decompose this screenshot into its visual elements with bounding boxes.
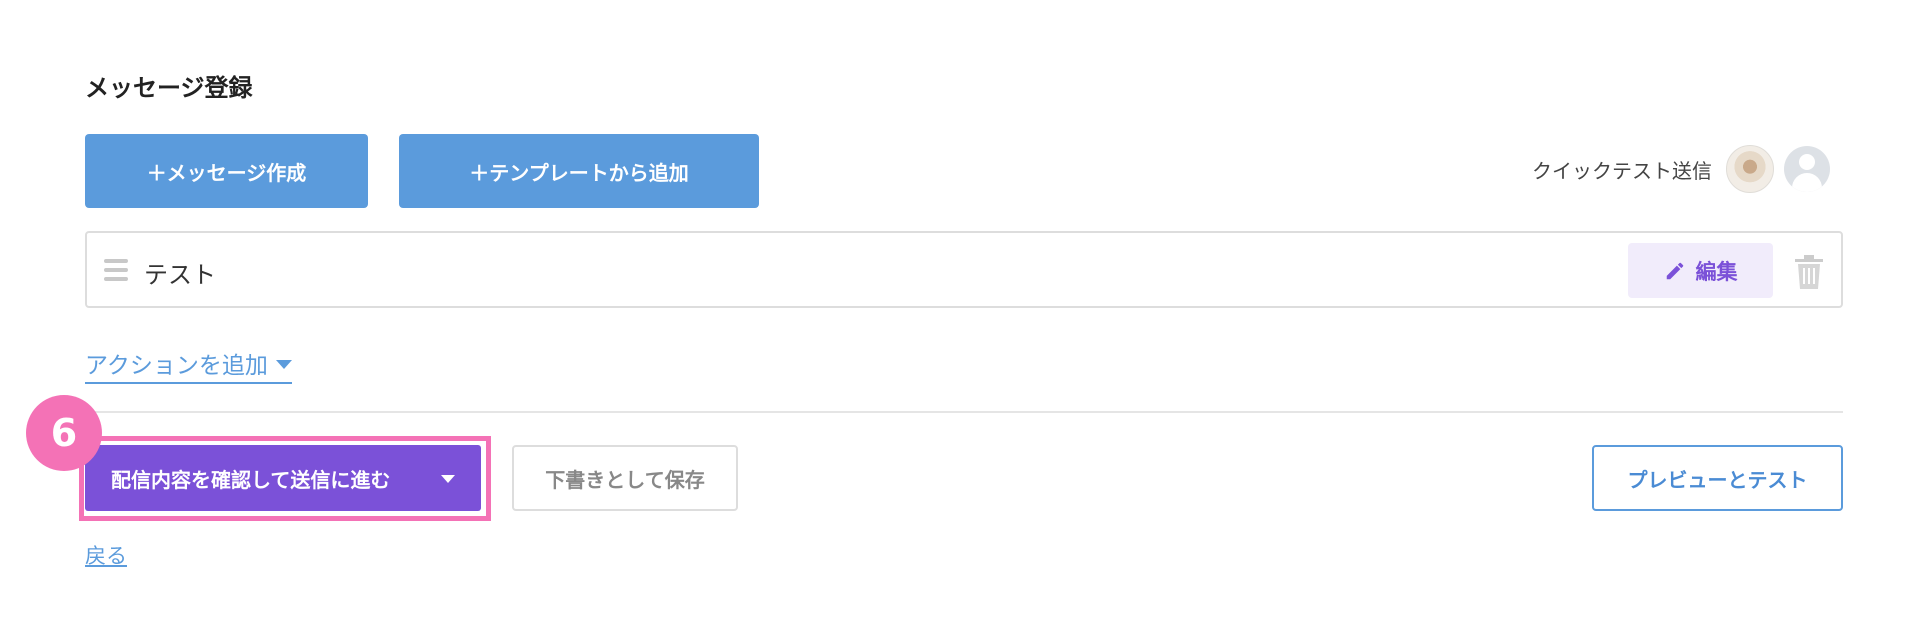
avatar-head-shape: [1799, 154, 1815, 170]
quick-test-user-avatar[interactable]: [1726, 145, 1774, 193]
drag-handle-icon[interactable]: [104, 259, 128, 281]
message-name: テスト: [144, 261, 216, 289]
quick-test-send: クイックテスト送信: [1532, 145, 1830, 193]
trash-icon[interactable]: [1795, 255, 1823, 289]
quick-test-label: クイックテスト送信: [1532, 158, 1712, 183]
quick-test-placeholder-avatar[interactable]: [1784, 146, 1830, 192]
back-link[interactable]: 戻る: [85, 540, 127, 570]
avatar-body-shape: [1792, 173, 1822, 192]
message-list-item: テスト 編集: [85, 231, 1843, 308]
caret-down-icon: [441, 475, 455, 483]
confirm-label: 配信内容を確認して送信に進む: [111, 467, 391, 492]
edit-message-button[interactable]: 編集: [1628, 243, 1773, 298]
divider: [85, 411, 1843, 413]
step-number-badge: 6: [26, 395, 102, 471]
caret-down-icon: [275, 359, 292, 369]
edit-label: 編集: [1695, 259, 1738, 284]
create-message-button[interactable]: ＋メッセージ作成: [85, 134, 368, 208]
add-action-link[interactable]: アクションを追加: [85, 346, 292, 384]
pencil-icon: [1666, 262, 1683, 279]
section-title: メッセージ登録: [85, 74, 253, 102]
preview-and-test-button[interactable]: プレビューとテスト: [1592, 445, 1843, 511]
add-action-label: アクションを追加: [85, 353, 268, 379]
confirm-and-send-button[interactable]: 配信内容を確認して送信に進む: [85, 445, 481, 511]
save-draft-button[interactable]: 下書きとして保存: [512, 445, 738, 511]
add-from-template-button[interactable]: ＋テンプレートから追加: [399, 134, 759, 208]
